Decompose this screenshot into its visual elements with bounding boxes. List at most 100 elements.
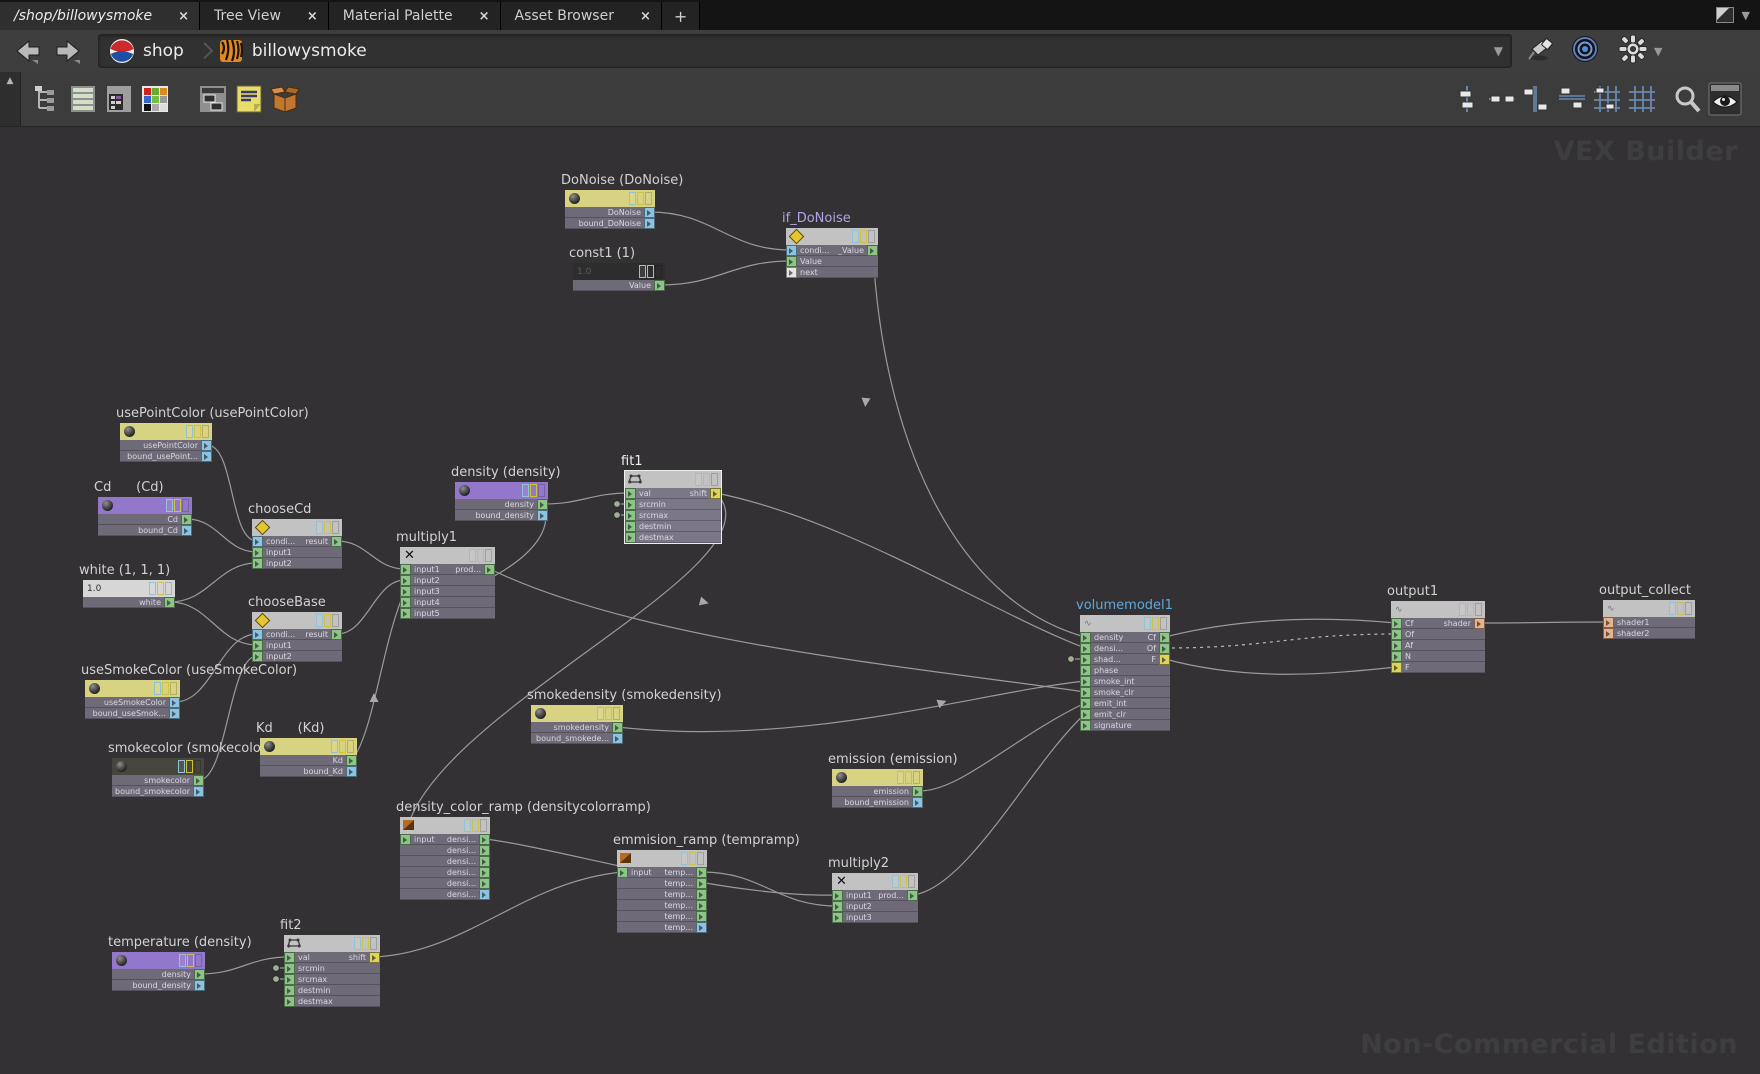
node-const1[interactable]: const1 (1)1.0Value xyxy=(573,263,665,291)
node-body[interactable]: 1.0Value xyxy=(573,263,665,291)
search-icon[interactable] xyxy=(1672,84,1702,114)
wire-end-dot[interactable] xyxy=(273,965,280,972)
node-body[interactable]: Cdbound_Cd xyxy=(98,497,192,536)
network-path-field[interactable]: shop billowysmoke ▼ xyxy=(98,34,1512,68)
node-body[interactable]: useSmokeColorbound_useSmok... xyxy=(85,680,180,719)
node-flag-buttons[interactable] xyxy=(315,521,342,534)
node-flag[interactable] xyxy=(202,425,209,438)
node-flag[interactable] xyxy=(1467,603,1474,616)
toolbar-collapse-strip[interactable]: ▲ xyxy=(0,72,21,126)
node-flag[interactable] xyxy=(178,760,185,773)
node-flag[interactable] xyxy=(538,484,545,497)
node-flag[interactable] xyxy=(629,192,636,205)
node-body[interactable]: usePointColorbound_usePoint... xyxy=(120,423,212,462)
tab-close-icon[interactable]: × xyxy=(479,9,490,24)
node-body[interactable]: DoNoisebound_DoNoise xyxy=(565,190,655,229)
node-outputCollect[interactable]: output_collect∿shader1shader2 xyxy=(1603,600,1695,639)
node-flag[interactable] xyxy=(162,682,169,695)
node-body[interactable]: valshiftsrcminsrcmaxdestmindestmax xyxy=(625,471,721,543)
node-flag[interactable] xyxy=(316,521,323,534)
wire-end-dot[interactable] xyxy=(614,501,621,508)
pane-menu-chevron-down-icon[interactable]: ▼ xyxy=(1742,9,1750,22)
input-connector[interactable] xyxy=(1603,628,1614,639)
node-flag[interactable] xyxy=(324,521,331,534)
node-flag[interactable] xyxy=(639,265,646,278)
node-flag[interactable] xyxy=(182,499,189,512)
node-flag[interactable] xyxy=(1152,617,1159,630)
node-volumemodel1[interactable]: volumemodel1∿densityCfdensi...Ofshad...F… xyxy=(1080,615,1170,731)
output-connector[interactable] xyxy=(331,536,342,547)
node-doNoise[interactable]: DoNoise (DoNoise)DoNoisebound_DoNoise xyxy=(565,190,655,229)
network-boxes-icon[interactable] xyxy=(198,84,228,114)
node-flag[interactable] xyxy=(480,819,487,832)
node-flag[interactable] xyxy=(469,549,476,562)
node-flag[interactable] xyxy=(472,819,479,832)
output-connector[interactable] xyxy=(1159,643,1170,654)
pane-layout-icon[interactable] xyxy=(1716,7,1734,23)
node-smokecolor[interactable]: smokecolor (smokecolor)smokecolorbound_s… xyxy=(112,758,204,797)
node-flag[interactable] xyxy=(187,954,194,967)
node-flag-buttons[interactable] xyxy=(1458,603,1485,616)
input-connector[interactable] xyxy=(400,608,411,619)
node-flag-buttons[interactable] xyxy=(153,682,180,695)
output-connector[interactable] xyxy=(612,722,623,733)
path-dropdown-chevron-icon[interactable]: ▼ xyxy=(1494,44,1511,58)
back-button[interactable] xyxy=(12,38,42,64)
node-chooseBase[interactable]: chooseBasecondi...resultinput1input2 xyxy=(252,612,342,662)
node-flag[interactable] xyxy=(860,230,867,243)
tab-close-icon[interactable]: × xyxy=(640,9,651,24)
node-body[interactable]: ✕input1prod...input2input3input4input5 xyxy=(400,547,495,619)
output-connector[interactable] xyxy=(479,889,490,900)
output-connector[interactable] xyxy=(169,697,180,708)
node-flag-buttons[interactable] xyxy=(628,192,655,205)
node-multiply2[interactable]: multiply2✕input1prod...input2input3 xyxy=(832,873,918,923)
output-connector[interactable] xyxy=(181,514,192,525)
output-connector[interactable] xyxy=(912,797,923,808)
output-connector[interactable] xyxy=(331,629,342,640)
input-connector[interactable] xyxy=(625,510,636,521)
node-flag[interactable] xyxy=(332,521,339,534)
output-connector[interactable] xyxy=(612,733,623,744)
node-flag-buttons[interactable] xyxy=(1668,602,1695,615)
output-connector[interactable] xyxy=(479,845,490,856)
grid-icon[interactable] xyxy=(1627,84,1657,114)
node-flag[interactable] xyxy=(354,937,361,950)
input-connector[interactable] xyxy=(400,564,411,575)
node-flag-buttons[interactable] xyxy=(521,484,548,497)
output-connector[interactable] xyxy=(169,708,180,719)
wire-end-dot[interactable] xyxy=(1068,656,1075,663)
node-ifDoNoise[interactable]: if_DoNoisecondi..._ValueValuenext xyxy=(786,228,878,278)
input-connector[interactable] xyxy=(1080,632,1091,643)
node-flag-buttons[interactable] xyxy=(680,852,707,865)
node-flag[interactable] xyxy=(1475,603,1482,616)
visibility-eye-icon[interactable] xyxy=(1708,82,1738,112)
node-flag[interactable] xyxy=(370,937,377,950)
input-connector[interactable] xyxy=(625,499,636,510)
output-connector[interactable] xyxy=(867,245,878,256)
output-connector[interactable] xyxy=(346,766,357,777)
input-connector[interactable] xyxy=(400,597,411,608)
input-connector[interactable] xyxy=(1080,654,1091,665)
output-connector[interactable] xyxy=(346,755,357,766)
node-flag[interactable] xyxy=(179,954,186,967)
node-emmisionRamp[interactable]: emmision_ramp (tempramp)inputtemp...temp… xyxy=(617,850,707,933)
node-body[interactable]: condi...resultinput1input2 xyxy=(252,612,342,662)
node-flag[interactable] xyxy=(1144,617,1151,630)
node-flag[interactable] xyxy=(897,771,904,784)
node-body[interactable]: inputtemp...temp...temp...temp...temp...… xyxy=(617,850,707,933)
node-flag[interactable] xyxy=(868,230,875,243)
node-flag-buttons[interactable] xyxy=(315,614,342,627)
node-body[interactable]: inputdensi...densi...densi...densi...den… xyxy=(400,817,490,900)
node-flag[interactable] xyxy=(852,230,859,243)
grid-snap-icon[interactable] xyxy=(1592,84,1622,114)
tab--shop-billowysmoke[interactable]: /shop/billowysmoke× xyxy=(0,2,200,30)
node-flag[interactable] xyxy=(1459,603,1466,616)
node-usePointColor[interactable]: usePointColor (usePointColor)usePointCol… xyxy=(120,423,212,462)
input-connector[interactable] xyxy=(832,912,843,923)
input-connector[interactable] xyxy=(1391,640,1402,651)
output-connector[interactable] xyxy=(479,834,490,845)
node-flag[interactable] xyxy=(530,484,537,497)
node-body[interactable]: ∿CfshaderOfAfNF xyxy=(1391,601,1485,673)
node-flag[interactable] xyxy=(711,473,718,486)
node-flag[interactable] xyxy=(1669,602,1676,615)
